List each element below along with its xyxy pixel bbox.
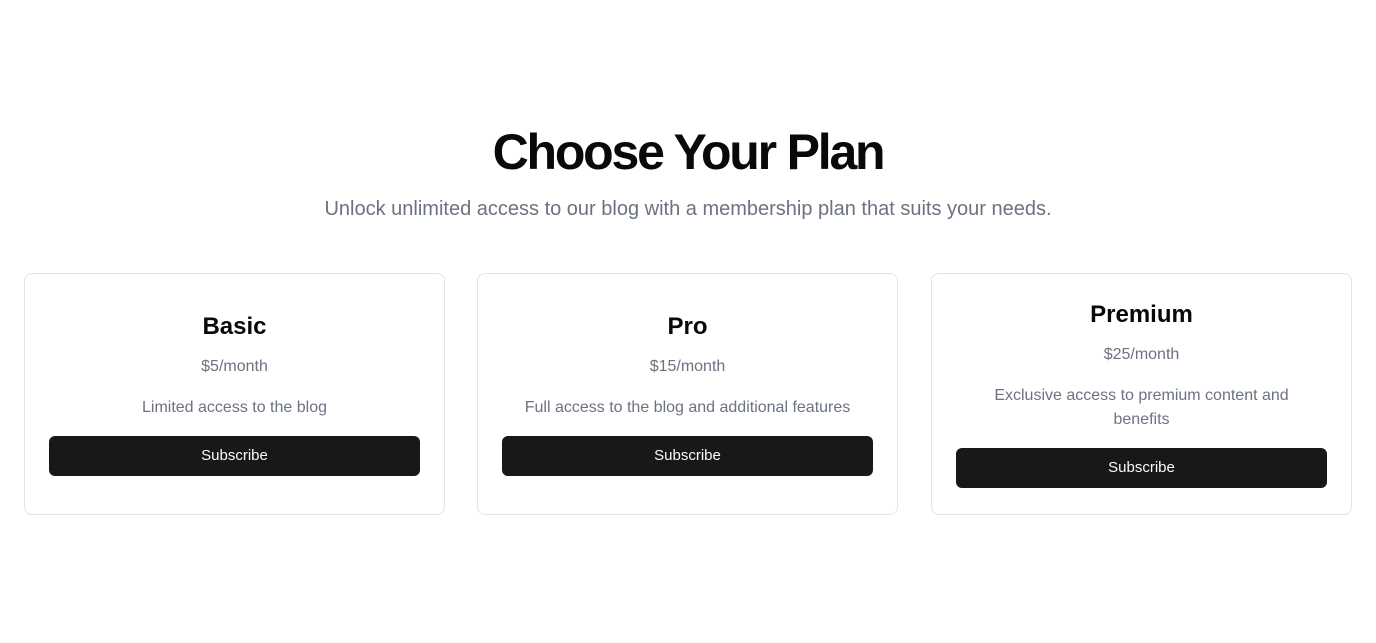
plan-card-content: Pro $15/month Full access to the blog an… [502, 312, 873, 476]
plan-price: $25/month [1103, 346, 1180, 363]
plan-price: $15/month [649, 358, 726, 375]
plan-card-content: Basic $5/month Limited access to the blo… [49, 312, 420, 476]
plan-card-premium: Premium $25/month Exclusive access to pr… [931, 273, 1352, 515]
plan-card-basic: Basic $5/month Limited access to the blo… [24, 273, 445, 515]
plan-card-content: Premium $25/month Exclusive access to pr… [956, 300, 1327, 488]
plan-description: Exclusive access to premium content and … [994, 387, 1289, 428]
plan-name: Pro [667, 313, 708, 340]
subscribe-button-basic[interactable]: Subscribe [49, 436, 420, 476]
plan-name: Basic [202, 313, 267, 340]
plan-description: Full access to the blog and additional f… [524, 399, 851, 416]
plan-card-pro: Pro $15/month Full access to the blog an… [477, 273, 898, 515]
page-title: Choose Your Plan [492, 124, 886, 180]
plan-name: Premium [1090, 301, 1193, 328]
subscribe-button-pro[interactable]: Subscribe [502, 436, 873, 476]
plan-price: $5/month [201, 358, 268, 375]
plan-description: Limited access to the blog [142, 399, 327, 416]
subscribe-button-premium[interactable]: Subscribe [956, 448, 1327, 488]
page-subtitle: Unlock unlimited access to our blog with… [324, 198, 1052, 220]
plans-grid: Basic $5/month Limited access to the blo… [24, 273, 1352, 515]
pricing-page: Choose Your Plan Unlock unlimited access… [0, 0, 1376, 643]
